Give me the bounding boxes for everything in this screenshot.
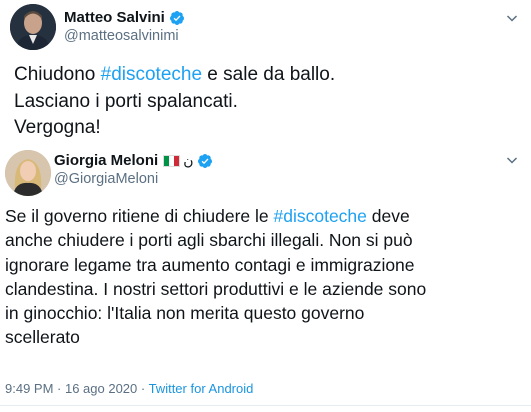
author-name-row[interactable]: Matteo Salvini	[64, 9, 185, 26]
avatar-image	[10, 4, 56, 50]
avatar-meloni[interactable]	[5, 150, 51, 196]
author-name[interactable]: Matteo Salvini	[64, 9, 165, 26]
text-part: deve anche chiudere i porti agli sbarchi…	[5, 206, 427, 348]
author-handle[interactable]: @GiorgiaMeloni	[54, 171, 158, 187]
tweet-text: Chiudono #discoteche e sale da ballo. La…	[14, 62, 335, 142]
divider	[0, 405, 531, 406]
tweet-meta: 9:49 PM · 16 ago 2020 · Twitter for Andr…	[5, 381, 253, 396]
tweet-text: Se il governo ritiene di chiudere le #di…	[5, 204, 525, 350]
tweet-salvini[interactable]: Matteo Salvini @matteosalvinimi Chiudono…	[0, 0, 531, 146]
hashtag-link[interactable]: #discoteche	[101, 64, 202, 85]
verified-badge-icon	[169, 10, 184, 25]
avatar-image	[5, 150, 51, 196]
timestamp[interactable]: 9:49 PM · 16 ago 2020 ·	[5, 381, 149, 396]
author-name-row[interactable]: Giorgia Meloni ن	[54, 152, 213, 169]
italy-flag-icon	[163, 154, 181, 167]
author-name[interactable]: Giorgia Meloni	[54, 152, 158, 169]
name-suffix: ن	[183, 152, 194, 168]
tweet-source-link[interactable]: Twitter for Android	[149, 381, 254, 396]
chevron-down-icon[interactable]	[506, 12, 518, 24]
chevron-down-icon[interactable]	[506, 154, 518, 166]
verified-badge-icon	[198, 153, 213, 168]
author-handle[interactable]: @matteosalvinimi	[64, 28, 179, 44]
text-part: Chiudono	[14, 64, 101, 85]
avatar-salvini[interactable]	[10, 4, 56, 50]
hashtag-link[interactable]: #discoteche	[274, 206, 367, 226]
tweet-meloni[interactable]: Giorgia Meloni ن @GiorgiaMeloni Se il go…	[0, 146, 531, 412]
text-part: Se il governo ritiene di chiudere le	[5, 206, 274, 226]
